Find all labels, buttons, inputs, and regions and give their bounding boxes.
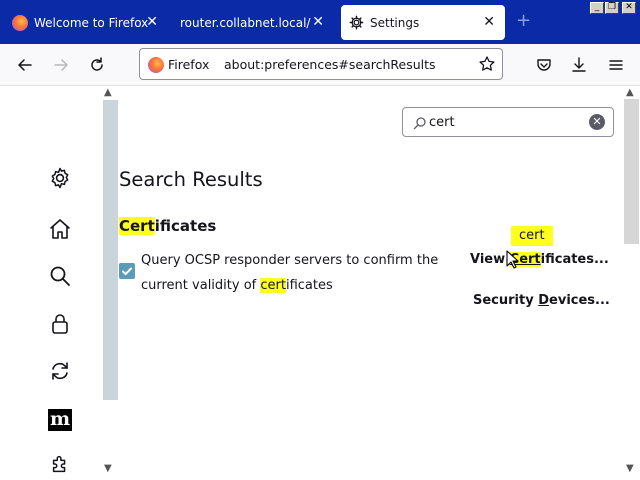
new-tab-button[interactable]: + [516,11,531,31]
security-devices-button[interactable]: Security Devices... [473,293,610,308]
preferences-page: ▲ ▼ ▲ ▼ m ✕ Search Re [0,87,640,480]
download-icon[interactable] [570,56,588,74]
checkmark-icon [122,267,132,276]
minimize-button[interactable]: _ [590,2,604,14]
ocsp-checkbox-label[interactable]: Query OCSP responder servers to confirm … [141,248,441,298]
identity-label: Firefox [168,57,210,72]
ocsp-checkbox[interactable] [119,263,135,279]
tab-router[interactable]: router.collabnet.local/ ✕ [174,5,334,40]
close-icon[interactable]: ✕ [146,14,158,30]
sync-icon[interactable] [44,355,76,387]
window-close-button[interactable]: ✕ [622,2,636,14]
search-match-tooltip: cert [511,226,553,246]
close-icon[interactable]: ✕ [312,14,324,30]
search-icon [413,115,427,130]
find-in-settings-field[interactable]: ✕ [402,107,614,137]
navigation-toolbar: Firefox about:preferences#searchResults [0,44,640,86]
url-text[interactable]: about:preferences#searchResults [224,57,436,72]
highlight-match: cert [260,278,286,293]
close-icon[interactable]: ✕ [483,14,495,30]
forward-arrow-icon[interactable] [52,56,70,74]
page-scroll-up-arrow-icon[interactable]: ▲ [626,87,634,98]
firefox-icon [12,14,28,31]
mozilla-m-icon[interactable]: m [44,404,76,436]
reload-icon[interactable] [88,56,106,74]
home-icon[interactable] [44,213,76,245]
menu-icon[interactable] [607,56,625,74]
clear-search-icon[interactable]: ✕ [589,114,605,130]
url-bar[interactable]: Firefox about:preferences#searchResults [139,48,503,80]
lock-icon[interactable] [44,308,76,340]
category-scroll-track[interactable] [103,100,118,400]
scroll-up-arrow-icon[interactable]: ▲ [104,87,112,98]
tab-label: Settings [370,15,420,30]
firefox-icon [148,57,164,73]
page-scrollbar-thumb[interactable] [624,99,639,244]
gear-icon[interactable] [44,162,76,194]
mouse-pointer-icon [506,250,520,274]
pocket-icon[interactable] [535,56,553,74]
search-input[interactable] [429,112,589,132]
page-scroll-down-arrow-icon[interactable]: ▼ [626,463,634,474]
tab-label: Welcome to Firefox [34,15,149,30]
section-title-certificates: Certificates [119,217,217,235]
tab-welcome[interactable]: Welcome to Firefox ✕ [8,5,168,40]
view-certificates-button[interactable]: View Certificates... [470,252,609,267]
page-title: Search Results [119,168,263,191]
tab-settings[interactable]: Settings ✕ [341,5,505,40]
back-arrow-icon[interactable] [16,56,34,74]
search-icon[interactable] [44,260,76,292]
highlight-match: Cert [119,217,155,235]
extensions-icon[interactable] [44,448,76,480]
tab-label: router.collabnet.local/ [180,15,311,30]
restore-button[interactable]: ❐ [605,2,619,14]
scroll-down-arrow-icon[interactable]: ▼ [104,463,112,474]
tab-strip: Welcome to Firefox ✕ router.collabnet.lo… [0,0,640,44]
gear-icon [349,15,364,30]
bookmark-star-icon[interactable] [478,55,496,73]
